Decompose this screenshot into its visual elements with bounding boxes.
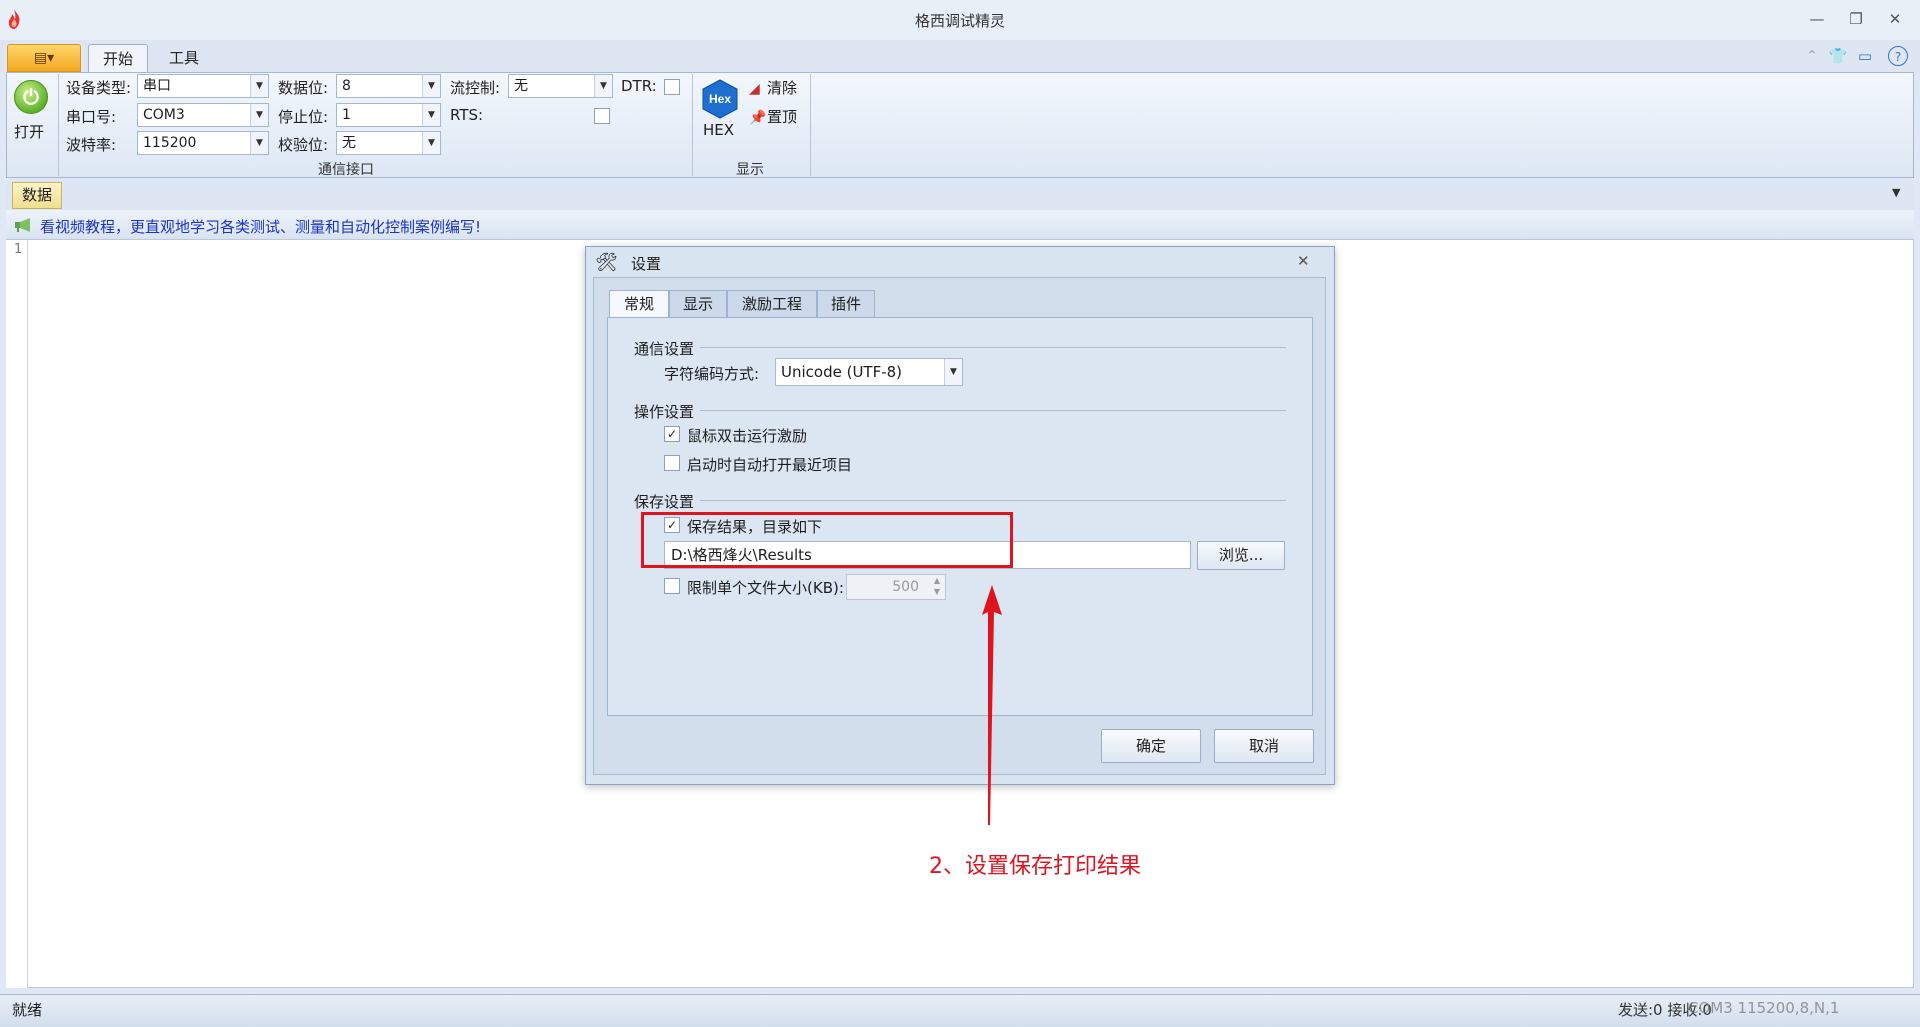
power-icon[interactable]: ⏻ [14,80,48,114]
limit-size-label[interactable]: 限制单个文件大小(KB): [687,577,844,598]
parity-value: 无 [342,135,356,151]
dblclick-label[interactable]: 鼠标双击运行激励 [687,425,807,446]
ribbon-divider [58,74,59,176]
megaphone-icon [15,218,30,232]
stop-bits-label: 停止位: [278,108,329,126]
tab-general[interactable]: 常规 [609,290,669,319]
encoding-value: Unicode (UTF-8) [781,363,903,381]
browse-button[interactable]: 浏览... [1197,541,1285,570]
minimize-icon[interactable]: — [1804,8,1830,30]
monitor-icon[interactable]: ▭ [1855,46,1875,66]
chevron-down-icon[interactable]: ▼ [250,75,268,97]
tab-stimulus-project[interactable]: 激励工程 [727,290,817,318]
device-type-label: 设备类型: [66,79,132,97]
tab-display[interactable]: 显示 [669,290,727,318]
rts-checkbox[interactable] [594,108,610,124]
collapse-ribbon-icon[interactable]: ⌃ [1802,46,1822,66]
save-section-title: 保存设置 [634,493,695,511]
rts-label: RTS: [450,106,484,124]
baud-label: 波特率: [66,136,117,154]
chevron-down-icon[interactable]: ▼ [250,104,268,126]
pin-label: 置顶 [767,108,798,126]
section-divider [700,347,1286,348]
stop-bits-select[interactable]: 1 ▼ [336,103,441,127]
ribbon-tab-strip [0,40,1920,72]
chevron-down-icon[interactable]: ▼ [422,75,440,97]
tab-plugins[interactable]: 插件 [817,290,875,318]
document-tab-strip [6,180,1914,210]
stop-bits-value: 1 [342,107,351,123]
eraser-icon: ◢ [749,81,760,97]
pin-top-button[interactable]: 📌置顶 [749,106,797,127]
section-divider [700,410,1286,411]
chevron-down-icon[interactable]: ▼ [944,359,962,385]
device-type-value: 串口 [143,78,171,94]
dtr-checkbox[interactable] [664,79,680,95]
tools-icon: 🛠 [595,252,618,273]
open-button-label[interactable]: 打开 [14,121,44,142]
chevron-down-icon[interactable]: ▼ [1892,186,1900,199]
autoopen-label[interactable]: 启动时自动打开最近项目 [687,454,852,475]
flow-value: 无 [514,78,528,94]
hex-label[interactable]: HEX [703,121,734,139]
comm-section-title: 通信设置 [634,340,695,358]
status-ready: 就绪 [12,1001,43,1019]
tab-start[interactable]: 开始 [88,44,148,73]
parity-label: 校验位: [278,136,329,154]
restore-icon[interactable]: ❐ [1843,8,1869,30]
cancel-button[interactable]: 取消 [1214,729,1314,763]
clear-label: 清除 [767,79,798,97]
section-divider [700,500,1286,501]
line-number-gutter [6,240,28,988]
annotation-highlight-box [641,512,1013,568]
close-icon[interactable]: ✕ [1882,8,1908,30]
chevron-down-icon[interactable]: ▼ [422,104,440,126]
tab-tools[interactable]: 工具 [154,44,214,73]
skin-icon[interactable]: 👕 [1828,46,1848,66]
annotation-arrow-icon [982,585,1002,825]
chevron-down-icon[interactable]: ▼ [594,75,612,97]
pin-icon: 📌 [749,110,767,126]
limit-size-checkbox[interactable] [664,578,680,594]
line-number: 1 [14,242,23,257]
group-comm-label: 通信接口 [318,162,374,178]
flow-label: 流控制: [450,79,501,97]
group-display-label: 显示 [736,162,764,178]
data-bits-label: 数据位: [278,79,329,97]
chevron-down-icon[interactable]: ▼ [422,132,440,154]
baud-select[interactable]: 115200 ▼ [137,131,269,155]
tab-data[interactable]: 数据 [12,182,62,209]
autoopen-checkbox[interactable] [664,455,680,471]
ribbon-divider [810,74,811,176]
port-label: 串口号: [66,108,117,126]
window-title: 格西调试精灵 [914,12,1005,30]
status-port-info: COM3 115200,8,N,1 [1688,999,1840,1017]
dblclick-checkbox[interactable]: ✓ [664,426,680,442]
ribbon-divider [692,74,693,176]
ok-button[interactable]: 确定 [1101,729,1201,763]
flow-select[interactable]: 无 ▼ [508,74,613,98]
parity-select[interactable]: 无 ▼ [336,131,441,155]
spinner-arrows-icon[interactable]: ▲ ▼ [930,575,944,599]
hex-icon[interactable]: Hex [700,78,740,120]
op-section-title: 操作设置 [634,403,695,421]
data-bits-select[interactable]: 8 ▼ [336,74,441,98]
device-type-select[interactable]: 串口 ▼ [137,74,269,98]
dialog-title: 设置 [631,255,662,273]
help-icon[interactable]: ? [1888,46,1908,66]
data-bits-value: 8 [342,78,351,94]
port-select[interactable]: COM3 ▼ [137,103,269,127]
annotation-text: 2、设置保存打印结果 [929,854,1141,879]
encoding-select[interactable]: Unicode (UTF-8) ▼ [775,358,963,386]
clear-button[interactable]: ◢ 清除 [749,77,797,98]
encoding-label: 字符编码方式: [664,365,760,383]
baud-value: 115200 [143,135,197,151]
app-menu-button[interactable]: ▤▾ [7,44,81,72]
promo-link[interactable]: 看视频教程，更直观地学习各类测试、测量和自动化控制案例编写! [40,216,481,237]
close-icon[interactable]: ✕ [1297,252,1310,270]
dtr-label: DTR: [621,77,657,95]
port-value: COM3 [143,107,185,123]
hex-icon-text: Hex [709,92,731,106]
chevron-down-icon[interactable]: ▼ [250,132,268,154]
